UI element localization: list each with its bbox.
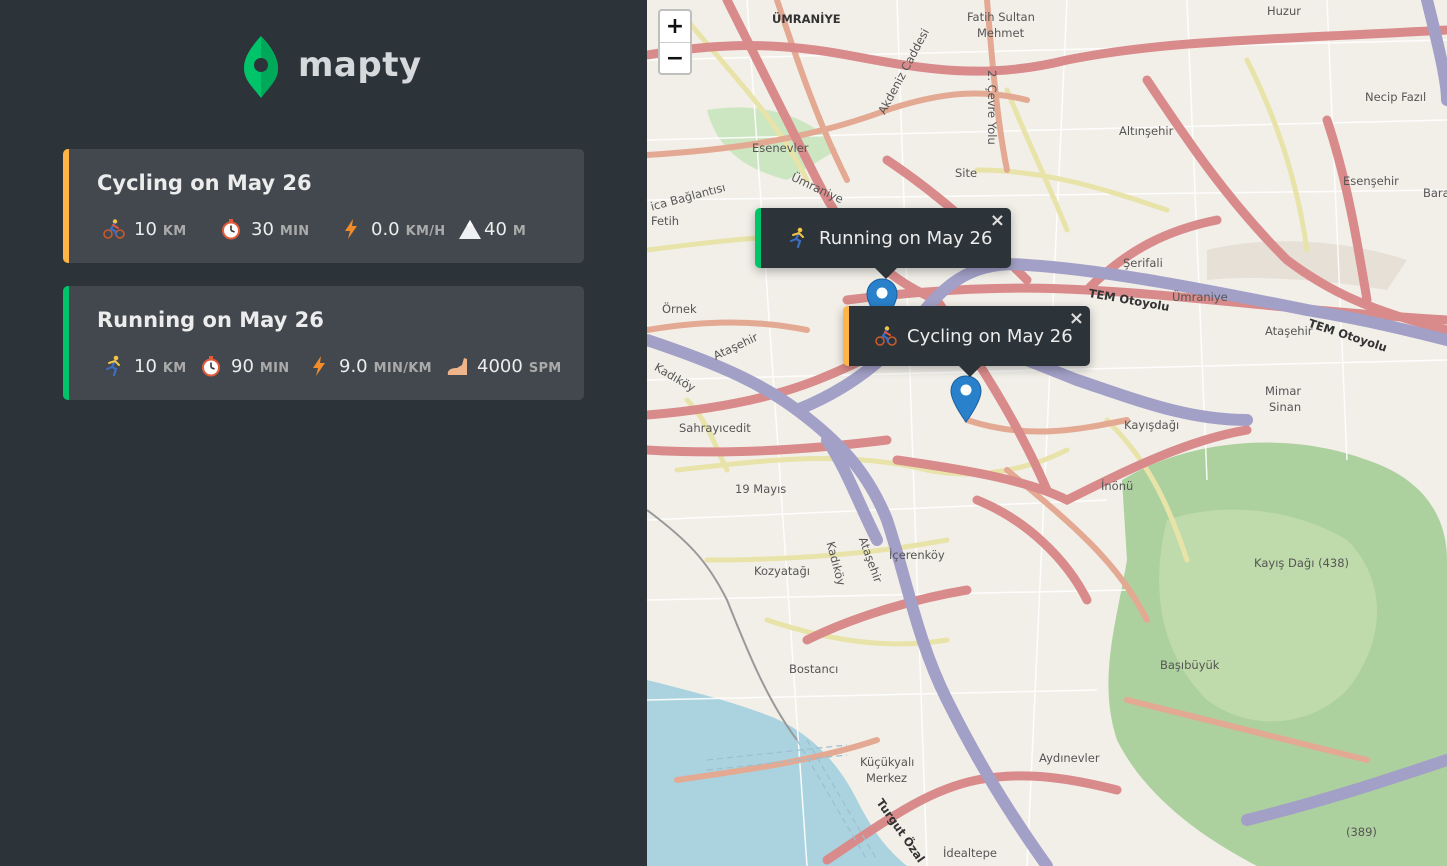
running-popup[interactable]: Running on May 26 × — [755, 208, 1011, 279]
foot-icon — [445, 354, 469, 378]
zoom-control: + − — [658, 9, 692, 75]
place-label: İdealtepe — [943, 846, 997, 860]
cyclist-icon — [875, 325, 897, 347]
popup-text: Cycling on May 26 — [907, 325, 1073, 347]
place-label: Fetih — [651, 214, 680, 228]
stopwatch-icon — [219, 217, 243, 241]
place-label: Sahrayıcedit — [679, 421, 751, 435]
place-label: Kozyatağı — [754, 564, 810, 578]
place-label: Küçükyalı — [860, 755, 915, 769]
workout-speed: 0.0 KM/H — [339, 217, 445, 241]
place-label: Kayış Dağı (438) — [1254, 556, 1350, 570]
place-label: Ataşehir — [1265, 324, 1313, 338]
lightning-icon — [307, 354, 331, 378]
runner-icon — [102, 354, 126, 378]
place-label: Esenevler — [752, 141, 809, 155]
cyclist-icon — [102, 217, 126, 241]
place-label: Bara — [1423, 186, 1447, 200]
workout-card-cycling[interactable]: Cycling on May 26 10 KM 30 MIN 0.0 KM/H … — [63, 149, 584, 263]
workout-distance: 10 KM — [102, 354, 187, 378]
place-label: Fatih Sultan — [967, 10, 1035, 24]
place-label: Örnek — [662, 302, 697, 316]
lightning-icon — [339, 217, 363, 241]
place-label: Huzur — [1267, 4, 1301, 18]
place-label: Mehmet — [977, 26, 1025, 40]
workout-cadence: 4000 SPM — [445, 354, 562, 378]
runner-icon — [787, 227, 809, 249]
place-label: (389) — [1346, 825, 1377, 839]
logo-text: mapty — [298, 45, 422, 85]
place-label: İçerenköy — [889, 548, 945, 562]
mountain-icon — [458, 217, 482, 241]
workout-duration: 90 MIN — [199, 354, 289, 378]
place-label: Altınşehir — [1119, 124, 1174, 138]
popup-text: Running on May 26 — [819, 227, 993, 249]
logo-pin-icon — [244, 36, 278, 98]
logo: mapty — [242, 34, 422, 100]
place-label: ÜMRANİYE — [772, 12, 841, 26]
zoom-in-button[interactable]: + — [660, 11, 690, 43]
close-icon[interactable]: × — [990, 210, 1005, 231]
map[interactable]: ÜMRANİYE Fatih Sultan Mehmet Huzur Necip… — [647, 0, 1447, 866]
workout-card-running[interactable]: Running on May 26 10 KM 90 MIN 9.0 MIN/K… — [63, 286, 584, 400]
stopwatch-icon — [199, 354, 223, 378]
place-label: Sinan — [1269, 400, 1302, 414]
cycling-popup[interactable]: Cycling on May 26 × — [843, 306, 1090, 377]
map-marker-icon[interactable] — [950, 375, 982, 423]
sidebar: mapty Cycling on May 26 10 KM 30 MIN 0.0… — [0, 0, 647, 866]
workout-title: Running on May 26 — [97, 308, 324, 332]
place-label: Şerifali — [1123, 256, 1163, 270]
place-label: Ümraniye — [1172, 290, 1228, 304]
place-label: 19 Mayıs — [735, 482, 787, 496]
place-label: Merkez — [866, 771, 908, 785]
place-label: Mimar — [1265, 384, 1302, 398]
workout-elevation: 40 M — [458, 217, 526, 241]
place-label: 2. Çevre Yolu — [985, 70, 999, 145]
close-icon[interactable]: × — [1069, 308, 1084, 329]
workout-duration: 30 MIN — [219, 217, 309, 241]
place-label: Aydınevler — [1039, 751, 1100, 765]
zoom-out-button[interactable]: − — [660, 43, 690, 74]
workout-pace: 9.0 MIN/KM — [307, 354, 432, 378]
place-label: Necip Fazıl — [1365, 90, 1427, 104]
place-label: İnönü — [1101, 479, 1134, 493]
place-label: Site — [955, 166, 978, 180]
place-label: Kayışdağı — [1124, 418, 1180, 432]
place-label: Esenşehir — [1343, 174, 1399, 188]
place-label: Bostancı — [789, 662, 839, 676]
workout-distance: 10 KM — [102, 217, 187, 241]
place-label: Başıbüyük — [1160, 658, 1220, 672]
workout-title: Cycling on May 26 — [97, 171, 312, 195]
map-tiles — [647, 0, 1447, 866]
